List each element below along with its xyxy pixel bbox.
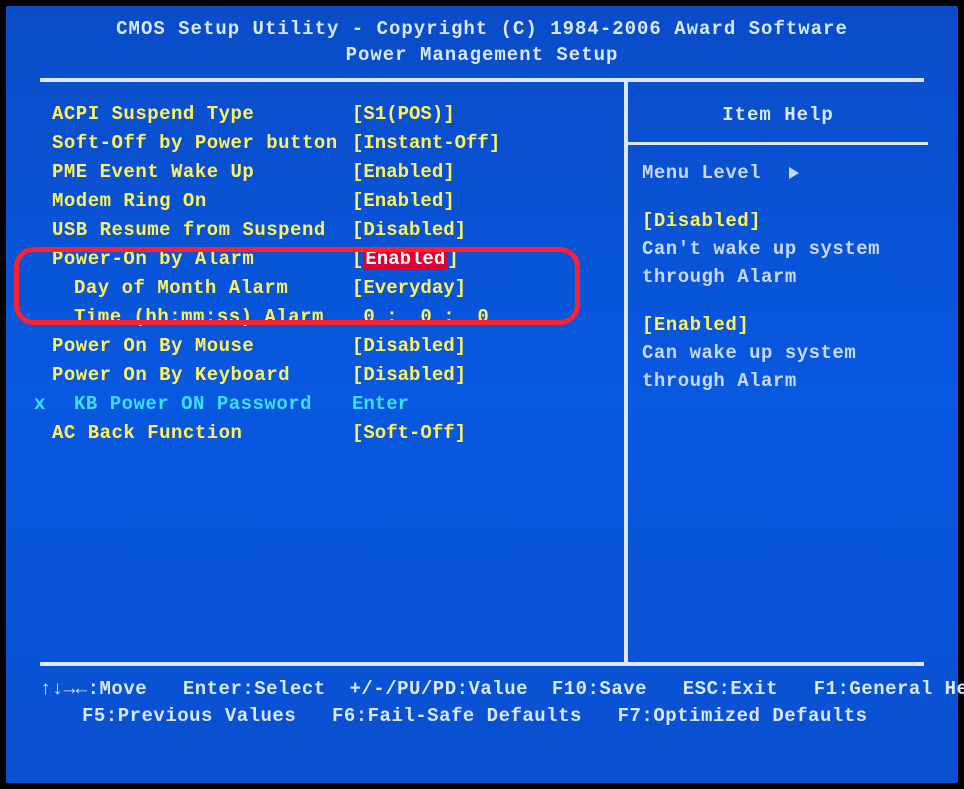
help-body: Menu Level [Disabled] Can't wake up syst…	[642, 145, 914, 395]
bios-screen: CMOS Setup Utility - Copyright (C) 1984-…	[6, 6, 958, 783]
setting-label: PME Event Wake Up	[52, 158, 352, 187]
setting-value[interactable]: Enter	[352, 390, 409, 419]
setting-label: Day of Month Alarm	[52, 274, 352, 303]
setting-value[interactable]: [S1(POS)]	[352, 100, 455, 129]
disabled-mark-icon: x	[34, 390, 45, 419]
setting-row[interactable]: Modem Ring On[Enabled]	[52, 187, 616, 216]
setting-label: Soft-Off by Power button	[52, 129, 352, 158]
setting-value[interactable]: [Instant-Off]	[352, 129, 500, 158]
setting-value[interactable]: [Soft-Off]	[352, 419, 466, 448]
settings-panel: ACPI Suspend Type[S1(POS)]Soft-Off by Po…	[40, 82, 624, 662]
hotkey-move: ↑↓→←:Move	[40, 676, 147, 703]
setting-label: AC Back Function	[52, 419, 352, 448]
footer-hotkeys: ↑↓→←:Move Enter:Select +/-/PU/PD:Value F…	[6, 666, 958, 730]
setting-value[interactable]: 0 : 0 : 0	[352, 303, 489, 332]
setting-label: Power-On by Alarm	[52, 245, 352, 274]
setting-value[interactable]: [Disabled]	[352, 216, 466, 245]
spacer	[642, 187, 914, 207]
setting-row[interactable]: Time (hh:mm:ss) Alarm 0 : 0 : 0	[52, 303, 616, 332]
help-disabled-text-2: through Alarm	[642, 263, 914, 291]
hotkey-general: F1:General Help	[814, 676, 964, 703]
footer-row-1: ↑↓→←:Move Enter:Select +/-/PU/PD:Value F…	[40, 676, 924, 703]
hotkey-value: +/-/PU/PD:Value	[349, 676, 528, 703]
hotkey-prev-values: F5:Previous Values	[82, 703, 296, 730]
item-help-panel: Item Help Menu Level [Disabled] Can't wa…	[624, 82, 924, 662]
setting-value[interactable]: [Enabled]	[352, 187, 455, 216]
setting-row[interactable]: xKB Power ON PasswordEnter	[52, 390, 616, 419]
hotkey-save: F10:Save	[552, 676, 647, 703]
setting-value[interactable]: [Disabled]	[352, 361, 466, 390]
help-enabled-text-2: through Alarm	[642, 367, 914, 395]
hotkey-optimized: F7:Optimized Defaults	[618, 703, 868, 730]
setting-label: Modem Ring On	[52, 187, 352, 216]
setting-value[interactable]: [Enabled]	[352, 245, 459, 274]
setting-row[interactable]: Power On By Keyboard[Disabled]	[52, 361, 616, 390]
hotkey-failsafe: F6:Fail-Safe Defaults	[332, 703, 582, 730]
menu-level: Menu Level	[642, 159, 914, 187]
header-copyright: CMOS Setup Utility - Copyright (C) 1984-…	[6, 16, 958, 42]
setting-row[interactable]: Soft-Off by Power button[Instant-Off]	[52, 129, 616, 158]
setting-label: Power On By Keyboard	[52, 361, 352, 390]
main-area: ACPI Suspend Type[S1(POS)]Soft-Off by Po…	[40, 78, 924, 666]
help-enabled-text-1: Can wake up system	[642, 339, 914, 367]
setting-label: Power On By Mouse	[52, 332, 352, 361]
hotkey-exit: ESC:Exit	[683, 676, 778, 703]
setting-label: KB Power ON Password	[52, 390, 352, 419]
menu-level-label: Menu Level	[642, 162, 761, 184]
hotkey-select: Enter:Select	[183, 676, 326, 703]
setting-row[interactable]: Day of Month Alarm[Everyday]	[52, 274, 616, 303]
setting-row[interactable]: Power-On by Alarm[Enabled]	[52, 245, 616, 274]
chevron-right-icon	[789, 167, 799, 179]
setting-row[interactable]: USB Resume from Suspend[Disabled]	[52, 216, 616, 245]
setting-label: USB Resume from Suspend	[52, 216, 352, 245]
help-disabled-head: [Disabled]	[642, 207, 914, 235]
setting-row[interactable]: Power On By Mouse[Disabled]	[52, 332, 616, 361]
setting-label: Time (hh:mm:ss) Alarm	[52, 303, 352, 332]
footer-row-2: F5:Previous Values F6:Fail-Safe Defaults…	[40, 703, 924, 730]
setting-value[interactable]: [Disabled]	[352, 332, 466, 361]
help-enabled-head: [Enabled]	[642, 311, 914, 339]
setting-value-selected: Enabled	[363, 248, 447, 270]
header-page-title: Power Management Setup	[6, 42, 958, 68]
setting-row[interactable]: AC Back Function[Soft-Off]	[52, 419, 616, 448]
setting-label: ACPI Suspend Type	[52, 100, 352, 129]
item-help-title: Item Help	[642, 100, 914, 142]
help-disabled-text-1: Can't wake up system	[642, 235, 914, 263]
spacer	[642, 291, 914, 311]
header: CMOS Setup Utility - Copyright (C) 1984-…	[6, 6, 958, 72]
setting-row[interactable]: ACPI Suspend Type[S1(POS)]	[52, 100, 616, 129]
setting-value[interactable]: [Enabled]	[352, 158, 455, 187]
setting-row[interactable]: PME Event Wake Up[Enabled]	[52, 158, 616, 187]
setting-value[interactable]: [Everyday]	[352, 274, 466, 303]
